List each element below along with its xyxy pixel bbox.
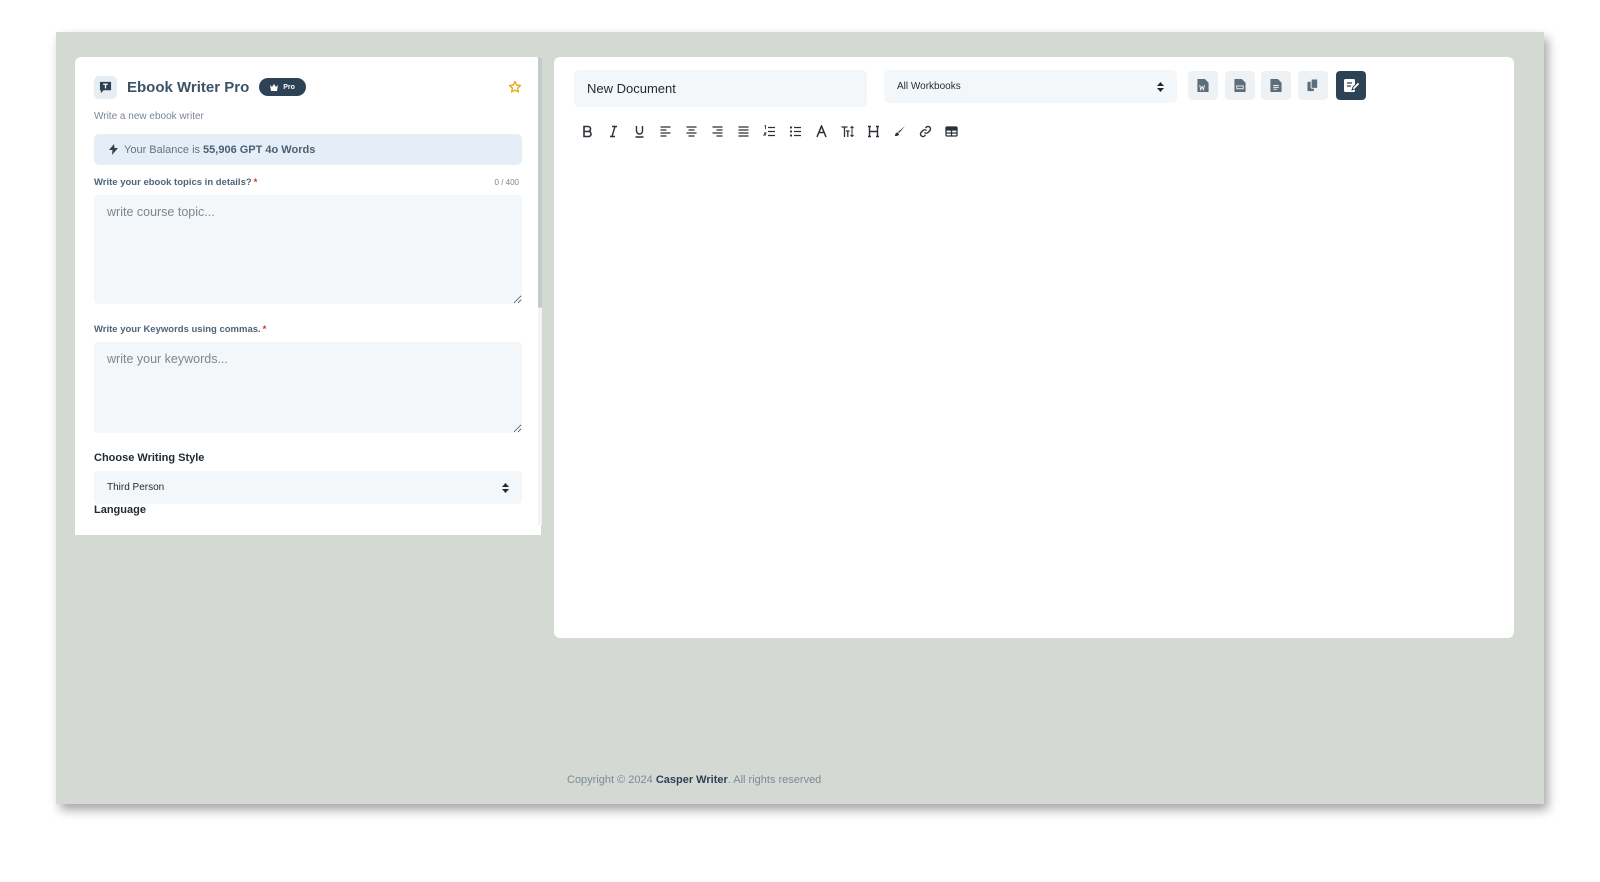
- ebook-form-panel: Ebook Writer Pro Pro Write a new ebook w…: [75, 57, 541, 535]
- select-arrows-icon: [1157, 81, 1164, 92]
- chat-bubble-icon: [94, 75, 117, 99]
- table-button[interactable]: [938, 121, 964, 141]
- align-left-icon: [660, 125, 670, 137]
- bold-button[interactable]: [574, 121, 600, 141]
- brush-icon: [894, 125, 905, 136]
- writing-style-label: Choose Writing Style: [94, 452, 205, 464]
- font-color-button[interactable]: [808, 121, 834, 141]
- document-name-input[interactable]: [574, 70, 867, 107]
- balance-banner: Your Balance is 55,906 GPT 4o Words: [94, 134, 522, 165]
- save-button[interactable]: [1336, 71, 1366, 100]
- pdf-icon: [1234, 79, 1246, 92]
- balance-prefix: Your Balance is: [124, 143, 201, 156]
- underline-icon: [635, 125, 643, 138]
- ordered-list-icon: [762, 124, 775, 136]
- export-txt-button[interactable]: [1261, 71, 1291, 100]
- editor-toolbar: [574, 121, 964, 141]
- italic-icon: [609, 125, 617, 137]
- copy-icon: [1307, 79, 1319, 92]
- link-icon: [919, 125, 931, 137]
- panel-header: Ebook Writer Pro Pro: [94, 75, 522, 99]
- align-right-icon: [712, 125, 722, 137]
- required-marker: *: [262, 324, 267, 335]
- topics-textarea[interactable]: [94, 195, 522, 304]
- export-word-button[interactable]: [1188, 71, 1218, 100]
- copy-button[interactable]: [1298, 71, 1328, 100]
- topics-label-row: Write your ebook topics in details? * 0 /…: [94, 177, 522, 188]
- export-pdf-button[interactable]: [1225, 71, 1255, 100]
- heading-button[interactable]: [860, 121, 886, 141]
- pro-badge: Pro: [259, 78, 306, 96]
- bold-icon: [582, 125, 592, 137]
- font-color-icon: [815, 124, 827, 137]
- language-label: Language: [94, 504, 146, 516]
- align-left-button[interactable]: [652, 121, 678, 141]
- scrollbar[interactable]: [538, 57, 542, 525]
- align-justify-icon: [738, 125, 748, 137]
- select-arrows-icon: [502, 482, 509, 493]
- favorite-star-icon[interactable]: [507, 80, 522, 95]
- txt-file-icon: [1270, 79, 1282, 92]
- link-button[interactable]: [912, 121, 938, 141]
- footer-copyright: Copyright © 2024 Casper Writer. All righ…: [567, 774, 822, 786]
- panel-subtitle: Write a new ebook writer: [94, 111, 204, 122]
- keywords-textarea[interactable]: [94, 342, 522, 433]
- align-center-button[interactable]: [678, 121, 704, 141]
- app-canvas: Ebook Writer Pro Pro Write a new ebook w…: [56, 32, 1544, 804]
- font-size-icon: [841, 125, 854, 137]
- table-icon: [944, 125, 958, 137]
- workbook-select-value: All Workbooks: [897, 81, 961, 92]
- editor-panel: All Workbooks: [554, 57, 1514, 638]
- italic-button[interactable]: [600, 121, 626, 141]
- underline-button[interactable]: [626, 121, 652, 141]
- keywords-label: Write your Keywords using commas. *: [94, 324, 267, 335]
- align-center-icon: [686, 125, 696, 137]
- required-marker: *: [253, 177, 258, 188]
- topics-label: Write your ebook topics in details? *: [94, 177, 258, 188]
- ordered-list-button[interactable]: [756, 121, 782, 141]
- lightning-icon: [109, 144, 118, 155]
- topics-char-counter: 0 / 400: [494, 178, 519, 187]
- writing-style-value: Third Person: [107, 482, 165, 493]
- app-title: Ebook Writer Pro: [127, 78, 250, 96]
- crown-icon: [270, 83, 279, 91]
- balance-amount: 55,906 GPT 4o Words: [203, 143, 316, 156]
- save-icon: [1343, 79, 1359, 92]
- align-justify-button[interactable]: [730, 121, 756, 141]
- scrollbar-thumb[interactable]: [538, 57, 542, 308]
- footer-brand-link[interactable]: Casper Writer: [656, 774, 728, 786]
- pro-badge-label: Pro: [283, 83, 295, 91]
- highlight-button[interactable]: [886, 121, 912, 141]
- align-right-button[interactable]: [704, 121, 730, 141]
- workbook-select[interactable]: All Workbooks: [884, 70, 1177, 103]
- bullet-list-button[interactable]: [782, 121, 808, 141]
- heading-icon: [867, 125, 879, 137]
- keywords-label-row: Write your Keywords using commas. *: [94, 324, 522, 335]
- bullet-list-icon: [789, 125, 801, 137]
- font-size-button[interactable]: [834, 121, 860, 141]
- writing-style-select[interactable]: Third Person: [94, 471, 522, 504]
- word-doc-icon: [1197, 79, 1209, 92]
